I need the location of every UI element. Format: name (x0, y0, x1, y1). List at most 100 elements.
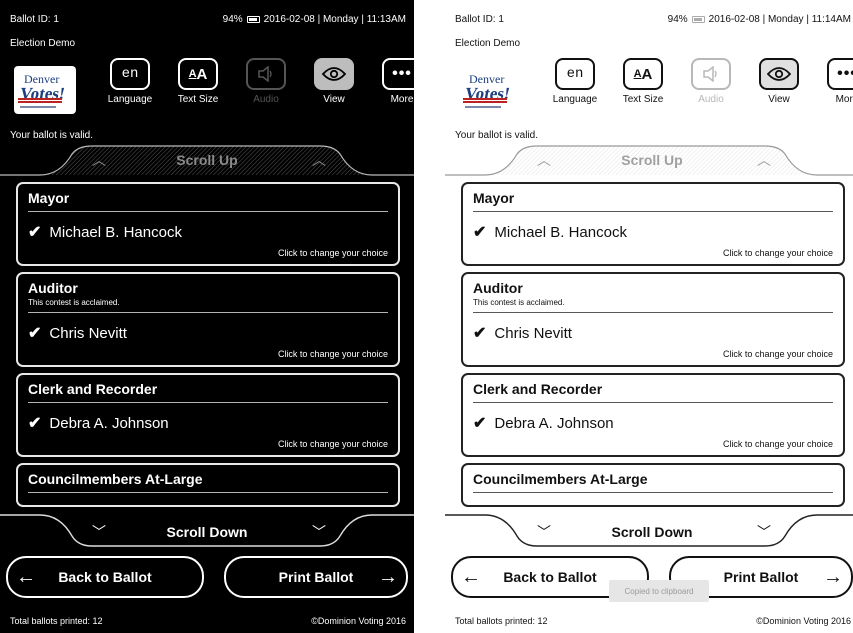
selected-choice: ✔ Michael B. Hancock (473, 222, 833, 242)
contest-list: Mayor ✔ Michael B. Hancock Click to chang… (16, 182, 400, 512)
accessibility-toolbar: en Language AA Text Size Audio View ••• … (100, 58, 414, 105)
view-label: View (323, 94, 345, 105)
scroll-down-label: Scroll Down (166, 524, 248, 540)
checkmark-icon: ✔ (28, 415, 42, 432)
eye-icon (314, 58, 354, 90)
text-size-button[interactable]: AA Text Size (613, 58, 673, 105)
contest-card-councilmembers[interactable]: Councilmembers At-Large (461, 463, 845, 507)
scroll-up-button[interactable]: ︿ Scroll Up ︿ (445, 142, 853, 176)
checkmark-icon: ✔ (473, 415, 487, 432)
selected-choice: ✔ Chris Nevitt (28, 323, 388, 343)
arrow-left-icon: ← (16, 566, 36, 588)
battery-percent: 94% (667, 13, 688, 25)
language-label: Language (107, 94, 153, 105)
copyright: ©Dominion Voting 2016 (756, 616, 851, 626)
audio-label: Audio (253, 94, 279, 105)
back-to-ballot-label: Back to Ballot (58, 569, 152, 585)
language-button[interactable]: en Language (100, 58, 160, 105)
contest-note: This contest is acclaimed. (28, 298, 120, 307)
choice-name: Debra A. Johnson (49, 414, 169, 432)
ballot-screen-dark-theme: Ballot ID: 1 94% 2016-02-08 | Monday | 1… (0, 0, 414, 633)
change-choice-hint: Click to change your choice (722, 248, 833, 258)
chevron-down-icon: ﹀ (757, 524, 771, 540)
contest-title: Clerk and Recorder (473, 381, 603, 397)
speaker-icon (246, 58, 286, 90)
choice-name: Chris Nevitt (494, 324, 572, 342)
choice-name: Michael B. Hancock (494, 223, 627, 241)
change-choice-hint: Click to change your choice (277, 248, 388, 258)
status-right: 94% 2016-02-08 | Monday | 11:13AM (223, 14, 406, 25)
language-icon: en (110, 58, 150, 90)
datetime: 2016-02-08 | Monday | 11:14AM (708, 13, 851, 25)
ballot-valid-message: Your ballot is valid. (455, 130, 539, 141)
back-to-ballot-button[interactable]: ← Back to Ballot (6, 556, 204, 598)
language-button[interactable]: en Language (545, 58, 605, 105)
denver-votes-logo: Denver Votes! (459, 66, 521, 114)
view-button[interactable]: View (304, 58, 364, 105)
checkmark-icon: ✔ (473, 224, 487, 241)
battery-icon (691, 15, 705, 23)
scroll-down-button[interactable]: ﹀ Scroll Down ﹀ (0, 512, 414, 550)
contest-card-auditor[interactable]: Auditor This contest is acclaimed. ✔ Chri… (16, 272, 400, 367)
text-size-icon: AA (178, 58, 218, 90)
status-bar: Ballot ID: 1 94% 2016-02-08 | Monday | 1… (455, 12, 851, 26)
view-button[interactable]: View (749, 58, 809, 105)
arrow-left-icon: ← (461, 566, 481, 588)
selected-choice: ✔ Debra A. Johnson (473, 413, 833, 433)
contest-note: This contest is acclaimed. (473, 298, 565, 307)
contest-list: Mayor ✔ Michael B. Hancock Click to chang… (461, 182, 845, 512)
chevron-down-icon: ﹀ (312, 524, 326, 540)
checkmark-icon: ✔ (473, 325, 487, 342)
more-label: More (835, 94, 853, 105)
arrow-right-icon: → (823, 566, 843, 588)
datetime: 2016-02-08 | Monday | 11:13AM (263, 13, 406, 25)
status-right: 94% 2016-02-08 | Monday | 11:14AM (668, 14, 851, 25)
contest-card-auditor[interactable]: Auditor This contest is acclaimed. ✔ Chri… (461, 272, 845, 367)
ballot-id: Ballot ID: 1 (455, 13, 504, 25)
choice-name: Michael B. Hancock (49, 223, 182, 241)
scroll-down-button[interactable]: ﹀ Scroll Down ﹀ (445, 512, 853, 550)
contest-title: Councilmembers At-Large (28, 471, 203, 487)
change-choice-hint: Click to change your choice (722, 439, 833, 449)
ballot-valid-message: Your ballot is valid. (10, 130, 94, 141)
language-label: Language (552, 94, 598, 105)
ballot-screen-light-theme: Ballot ID: 1 94% 2016-02-08 | Monday | 1… (445, 0, 853, 633)
more-button[interactable]: ••• More (817, 58, 853, 105)
ballots-printed-count: Total ballots printed: 12 (10, 616, 103, 626)
scroll-down-label: Scroll Down (611, 524, 693, 540)
contest-card-mayor[interactable]: Mayor ✔ Michael B. Hancock Click to chang… (16, 182, 400, 266)
scroll-up-label: Scroll Up (176, 152, 238, 168)
ballots-printed-count: Total ballots printed: 12 (455, 616, 548, 626)
more-button[interactable]: ••• More (372, 58, 414, 105)
eye-icon (759, 58, 799, 90)
audio-button[interactable]: Audio (681, 58, 741, 105)
battery-percent: 94% (222, 13, 243, 25)
contest-title: Auditor (473, 280, 523, 296)
text-size-label: Text Size (622, 94, 664, 105)
selected-choice: ✔ Chris Nevitt (473, 323, 833, 343)
chevron-up-icon: ︿ (757, 152, 771, 168)
change-choice-hint: Click to change your choice (277, 349, 388, 359)
text-size-button[interactable]: AA Text Size (168, 58, 228, 105)
contest-card-clerk[interactable]: Clerk and Recorder ✔ Debra A. Johnson Cli… (461, 373, 845, 457)
checkmark-icon: ✔ (28, 224, 42, 241)
election-name: Election Demo (10, 38, 76, 49)
contest-title: Mayor (28, 190, 70, 206)
ballot-id: Ballot ID: 1 (10, 13, 59, 25)
selected-choice: ✔ Debra A. Johnson (28, 413, 388, 433)
scroll-up-button[interactable]: ︿ Scroll Up ︿ (0, 142, 414, 176)
language-icon: en (555, 58, 595, 90)
copied-toast: Copied to clipboard (609, 580, 709, 602)
accessibility-toolbar: en Language AA Text Size Audio View ••• … (545, 58, 853, 105)
text-size-label: Text Size (177, 94, 219, 105)
audio-button[interactable]: Audio (236, 58, 296, 105)
contest-card-clerk[interactable]: Clerk and Recorder ✔ Debra A. Johnson Cli… (16, 373, 400, 457)
print-ballot-button[interactable]: Print Ballot → (224, 556, 408, 598)
change-choice-hint: Click to change your choice (277, 439, 388, 449)
contest-card-mayor[interactable]: Mayor ✔ Michael B. Hancock Click to chang… (461, 182, 845, 266)
change-choice-hint: Click to change your choice (722, 349, 833, 359)
denver-votes-logo: Denver Votes! (14, 66, 76, 114)
contest-title: Mayor (473, 190, 515, 206)
contest-card-councilmembers[interactable]: Councilmembers At-Large (16, 463, 400, 507)
choice-name: Debra A. Johnson (494, 414, 614, 432)
